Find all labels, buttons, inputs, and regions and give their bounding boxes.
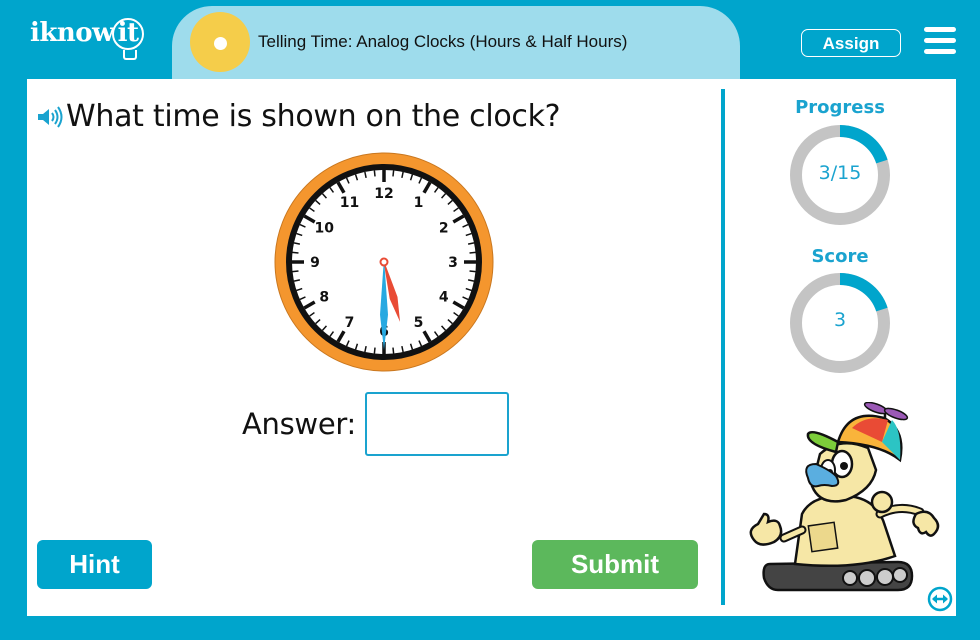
clock-number: 12 bbox=[374, 186, 393, 202]
score-value: 3 bbox=[833, 309, 847, 331]
clock-minute-tick bbox=[392, 347, 395, 354]
clock-minute-tick bbox=[469, 270, 476, 273]
progress-label: Progress bbox=[795, 97, 885, 118]
hamburger-menu-icon[interactable] bbox=[924, 27, 956, 55]
clock-number: 8 bbox=[319, 290, 329, 306]
clock-number: 9 bbox=[310, 255, 320, 271]
question-text: What time is shown on the clock? bbox=[66, 99, 561, 134]
lesson-title: Telling Time: Analog Clocks (Hours & Hal… bbox=[258, 32, 628, 51]
speaker-icon[interactable] bbox=[36, 105, 64, 129]
analog-clock: 121234567891011 bbox=[274, 152, 494, 372]
clock-number: 10 bbox=[315, 221, 335, 237]
answer-input[interactable] bbox=[364, 392, 509, 456]
hint-button[interactable]: Hint bbox=[37, 540, 152, 589]
menu-bar bbox=[924, 38, 956, 43]
assign-button[interactable]: Assign bbox=[801, 29, 901, 57]
robot-mascot bbox=[749, 402, 940, 592]
clock-minute-tick bbox=[292, 270, 299, 273]
menu-bar bbox=[924, 49, 956, 54]
top-bar: iknow it Telling Time: Analog Clocks (Hou… bbox=[0, 0, 980, 80]
lesson-title-banner: Telling Time: Analog Clocks (Hours & Hal… bbox=[172, 6, 740, 80]
clock-number: 11 bbox=[340, 195, 359, 211]
clock-minute-tick bbox=[373, 170, 376, 177]
clock-minute-tick bbox=[373, 347, 376, 354]
clock-minute-tick bbox=[292, 251, 299, 254]
clock-center-pin bbox=[379, 257, 389, 267]
logo-bulb-text: it bbox=[117, 18, 139, 48]
menu-bar bbox=[924, 27, 956, 32]
logo-text: iknow bbox=[30, 18, 115, 48]
clock-minute-tick bbox=[469, 251, 476, 254]
clock-number: 5 bbox=[414, 315, 424, 331]
clock-number: 4 bbox=[439, 290, 449, 306]
clock-number: 7 bbox=[345, 315, 355, 331]
panel-divider bbox=[721, 89, 725, 605]
clock-number: 2 bbox=[439, 221, 449, 237]
lightbulb-icon: it bbox=[112, 18, 145, 60]
submit-button[interactable]: Submit bbox=[532, 540, 698, 589]
answer-label: Answer: bbox=[242, 407, 356, 441]
sun-icon bbox=[190, 12, 250, 72]
progress-value: 3/15 bbox=[818, 162, 862, 184]
clock-number: 3 bbox=[448, 255, 458, 271]
clock-minute-tick bbox=[392, 170, 395, 177]
clock-number: 1 bbox=[414, 195, 424, 211]
swap-arrows-icon[interactable] bbox=[927, 586, 953, 612]
score-label: Score bbox=[811, 246, 869, 267]
iknowit-logo[interactable]: iknow it bbox=[30, 18, 145, 60]
answer-row: Answer: bbox=[242, 392, 509, 456]
question: What time is shown on the clock? bbox=[36, 99, 561, 134]
